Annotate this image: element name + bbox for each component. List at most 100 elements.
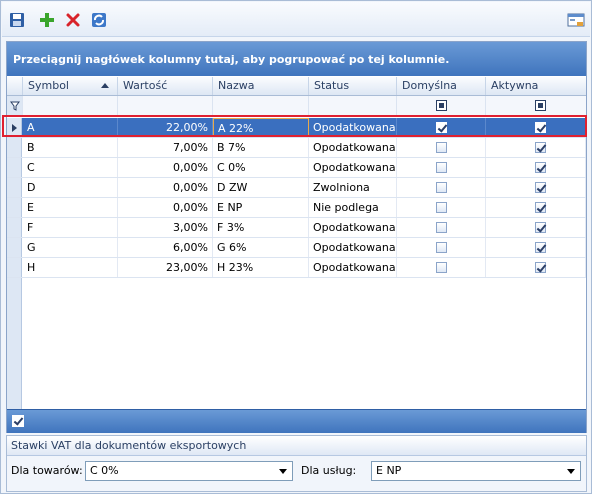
cell-wartosc[interactable]: 3,00%: [118, 218, 213, 237]
row-indicator[interactable]: [7, 138, 22, 157]
export-vat-section: Stawki VAT dla dokumentów eksportowych D…: [6, 435, 587, 492]
aktywna-checkbox[interactable]: [535, 182, 546, 193]
table-row[interactable]: H 23,00% H 23% Opodatkowana: [7, 258, 586, 278]
cell-status[interactable]: Nie podlega: [309, 198, 397, 217]
domyslna-checkbox[interactable]: [436, 242, 447, 253]
grid-settings-icon: [567, 13, 585, 27]
domyslna-checkbox[interactable]: [436, 142, 447, 153]
aktywna-checkbox[interactable]: [535, 142, 546, 153]
cell-status[interactable]: Opodatkowana: [309, 238, 397, 257]
filter-cell-symbol[interactable]: [23, 96, 118, 115]
cell-status[interactable]: Opodatkowana: [309, 138, 397, 157]
add-button[interactable]: [36, 9, 58, 31]
cell-symbol[interactable]: H: [23, 258, 118, 277]
cell-wartosc[interactable]: 23,00%: [118, 258, 213, 277]
table-row[interactable]: E 0,00% E NP Nie podlega: [7, 198, 586, 218]
filter-checkbox-aktywna[interactable]: [535, 100, 546, 111]
table-row[interactable]: G 6,00% G 6% Opodatkowana: [7, 238, 586, 258]
cell-wartosc[interactable]: 0,00%: [118, 178, 213, 197]
filter-row-indicator: [7, 96, 23, 115]
save-button[interactable]: [6, 9, 28, 31]
goods-vat-select[interactable]: C 0%: [85, 461, 293, 481]
cell-domyslna: [397, 238, 486, 257]
cell-symbol[interactable]: A: [23, 118, 118, 137]
footer-checkbox[interactable]: [12, 415, 24, 427]
aktywna-checkbox[interactable]: [535, 242, 546, 253]
cell-nazwa[interactable]: B 7%: [213, 138, 309, 157]
cell-nazwa[interactable]: C 0%: [213, 158, 309, 177]
domyslna-checkbox[interactable]: [436, 122, 447, 133]
row-indicator[interactable]: [7, 158, 22, 177]
table-row[interactable]: A 22,00% A 22% Opodatkowana: [7, 118, 586, 138]
filter-cell-domyslna[interactable]: [397, 96, 486, 115]
refresh-button[interactable]: [88, 9, 110, 31]
filter-checkbox-domyslna[interactable]: [436, 100, 447, 111]
grid-settings-button[interactable]: [565, 9, 587, 31]
aktywna-checkbox[interactable]: [535, 202, 546, 213]
cell-symbol[interactable]: D: [23, 178, 118, 197]
column-header-symbol[interactable]: Symbol: [23, 77, 118, 95]
aktywna-checkbox[interactable]: [535, 162, 546, 173]
cell-status[interactable]: Opodatkowana: [309, 258, 397, 277]
column-header-domyslna[interactable]: Domyślna: [397, 77, 486, 95]
domyslna-checkbox[interactable]: [436, 162, 447, 173]
services-label: Dla usług:: [301, 464, 357, 477]
aktywna-checkbox[interactable]: [535, 262, 546, 273]
cell-nazwa[interactable]: D ZW: [213, 178, 309, 197]
aktywna-checkbox[interactable]: [535, 122, 546, 133]
cell-status[interactable]: Opodatkowana: [309, 118, 397, 137]
row-indicator[interactable]: [7, 258, 22, 277]
services-vat-select[interactable]: E NP: [371, 461, 581, 481]
grid-header: Symbol Wartość Nazwa Status Domyślna Akt…: [7, 77, 586, 96]
row-indicator[interactable]: [7, 218, 22, 237]
filter-cell-status[interactable]: [309, 96, 397, 115]
table-row[interactable]: F 3,00% F 3% Opodatkowana: [7, 218, 586, 238]
cell-nazwa[interactable]: G 6%: [213, 238, 309, 257]
grid-footer: [7, 409, 586, 433]
column-header-wartosc[interactable]: Wartość: [118, 77, 213, 95]
cell-status[interactable]: Zwolniona: [309, 178, 397, 197]
cell-wartosc[interactable]: 7,00%: [118, 138, 213, 157]
cell-symbol[interactable]: B: [23, 138, 118, 157]
filter-cell-nazwa[interactable]: [213, 96, 309, 115]
filter-cell-aktywna[interactable]: [486, 96, 586, 115]
cell-symbol[interactable]: E: [23, 198, 118, 217]
header-corner: [7, 77, 23, 95]
cell-wartosc[interactable]: 6,00%: [118, 238, 213, 257]
cell-wartosc[interactable]: 22,00%: [118, 118, 213, 137]
cell-domyslna: [397, 118, 486, 137]
cell-nazwa[interactable]: F 3%: [213, 218, 309, 237]
table-row[interactable]: B 7,00% B 7% Opodatkowana: [7, 138, 586, 158]
row-indicator[interactable]: [7, 118, 22, 137]
cell-wartosc[interactable]: 0,00%: [118, 158, 213, 177]
column-header-nazwa[interactable]: Nazwa: [213, 77, 309, 95]
cell-nazwa[interactable]: A 22%: [213, 118, 309, 137]
cell-aktywna: [486, 158, 586, 177]
domyslna-checkbox[interactable]: [436, 202, 447, 213]
domyslna-checkbox[interactable]: [436, 262, 447, 273]
cell-aktywna: [486, 258, 586, 277]
cell-nazwa[interactable]: E NP: [213, 198, 309, 217]
table-row[interactable]: D 0,00% D ZW Zwolniona: [7, 178, 586, 198]
cell-symbol[interactable]: G: [23, 238, 118, 257]
cell-aktywna: [486, 138, 586, 157]
cell-wartosc[interactable]: 0,00%: [118, 198, 213, 217]
group-by-panel[interactable]: Przeciągnij nagłówek kolumny tutaj, aby …: [7, 42, 586, 76]
filter-row: [7, 96, 586, 116]
row-indicator[interactable]: [7, 198, 22, 217]
table-row[interactable]: C 0,00% C 0% Opodatkowana: [7, 158, 586, 178]
column-header-aktywna[interactable]: Aktywna: [486, 77, 586, 95]
row-indicator[interactable]: [7, 178, 22, 197]
cell-status[interactable]: Opodatkowana: [309, 158, 397, 177]
column-header-status[interactable]: Status: [309, 77, 397, 95]
domyslna-checkbox[interactable]: [436, 222, 447, 233]
cell-nazwa[interactable]: H 23%: [213, 258, 309, 277]
delete-button[interactable]: [62, 9, 84, 31]
cell-symbol[interactable]: C: [23, 158, 118, 177]
domyslna-checkbox[interactable]: [436, 182, 447, 193]
filter-cell-wartosc[interactable]: [118, 96, 213, 115]
aktywna-checkbox[interactable]: [535, 222, 546, 233]
cell-symbol[interactable]: F: [23, 218, 118, 237]
row-indicator[interactable]: [7, 238, 22, 257]
cell-status[interactable]: Opodatkowana: [309, 218, 397, 237]
